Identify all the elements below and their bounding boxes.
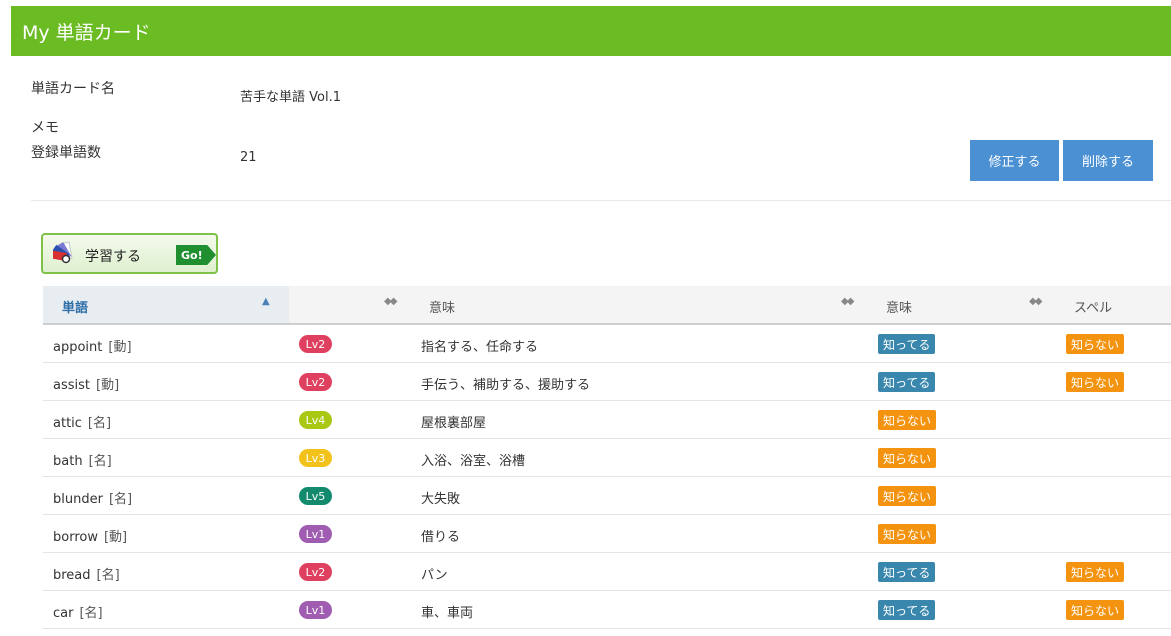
- flashcards-icon: [53, 241, 73, 264]
- know-badge[interactable]: 知らない: [878, 486, 937, 506]
- word-text: borrow: [53, 530, 98, 545]
- meaning-cell: 指名する、任命する: [421, 340, 539, 355]
- word-text: blunder: [53, 492, 103, 507]
- word-cell[interactable]: assist [動]: [53, 374, 119, 393]
- word-count-label: 登録単語数: [31, 145, 101, 161]
- sort-icon[interactable]: ◆◆: [384, 296, 397, 307]
- part-of-speech: [動]: [96, 378, 120, 393]
- know-badge[interactable]: 知ってる: [878, 334, 936, 354]
- part-of-speech: [名]: [96, 568, 120, 583]
- sort-icon[interactable]: ◆◆: [1029, 296, 1042, 307]
- word-text: car: [53, 606, 74, 621]
- sort-icon[interactable]: ◆◆: [841, 296, 854, 307]
- card-name-value: 苦手な単語 Vol.1: [240, 90, 341, 105]
- spell-badge[interactable]: 知らない: [1066, 600, 1125, 620]
- word-cell[interactable]: attic [名]: [53, 412, 111, 431]
- table-row: appoint [動] Lv2 指名する、任命する 知ってる 知らない: [43, 325, 1171, 363]
- know-badge[interactable]: 知らない: [878, 448, 937, 468]
- know-badge[interactable]: 知ってる: [878, 600, 936, 620]
- app-header: My 単語カード: [11, 6, 1171, 56]
- meaning-cell: 入浴、浴室、浴槽: [421, 454, 526, 469]
- word-count-value: 21: [240, 150, 257, 165]
- table-row: borrow [動] Lv1 借りる 知らない: [43, 515, 1171, 553]
- part-of-speech: [名]: [79, 606, 103, 621]
- table-row: car [名] Lv1 車、車両 知ってる 知らない: [43, 591, 1171, 629]
- level-badge: Lv3: [299, 449, 332, 467]
- table-row: bath [名] Lv3 入浴、浴室、浴槽 知らない: [43, 439, 1171, 477]
- column-header-meaning[interactable]: 意味: [429, 297, 455, 316]
- word-cell[interactable]: appoint [動]: [53, 336, 132, 355]
- table-header: 単語 ▲ ◆◆ 意味 ◆◆ 意味 ◆◆ スペル: [43, 286, 1171, 325]
- meaning-cell: 手伝う、補助する、援助する: [421, 378, 591, 393]
- part-of-speech: [名]: [87, 416, 112, 431]
- study-button[interactable]: 学習する Go!: [41, 233, 218, 274]
- memo-label: メモ: [31, 120, 59, 136]
- meaning-cell: 屋根裏部屋: [421, 416, 487, 431]
- table-row: attic [名] Lv4 屋根裏部屋 知らない: [43, 401, 1171, 439]
- word-cell[interactable]: car [名]: [53, 602, 103, 621]
- delete-button[interactable]: 削除する: [1063, 140, 1153, 181]
- know-badge[interactable]: 知らない: [878, 410, 937, 430]
- word-text: appoint: [53, 340, 103, 355]
- word-text: bath: [53, 454, 83, 469]
- go-tag: Go!: [176, 245, 216, 265]
- word-cell[interactable]: bath [名]: [53, 450, 112, 469]
- part-of-speech: [名]: [88, 454, 112, 469]
- column-header-spell[interactable]: スペル: [1074, 297, 1112, 316]
- meaning-cell: 大失敗: [421, 492, 461, 507]
- sort-asc-icon[interactable]: ▲: [262, 296, 270, 307]
- level-badge: Lv5: [299, 487, 332, 505]
- level-badge: Lv2: [299, 563, 332, 581]
- level-badge: Lv1: [299, 601, 332, 619]
- word-text: assist: [53, 378, 90, 393]
- part-of-speech: [動]: [108, 340, 132, 355]
- word-cell[interactable]: borrow [動]: [53, 526, 127, 545]
- level-badge: Lv2: [299, 335, 332, 353]
- level-badge: Lv4: [299, 411, 332, 429]
- column-header-word[interactable]: 単語: [62, 297, 88, 316]
- edit-button[interactable]: 修正する: [970, 140, 1059, 181]
- column-header-know[interactable]: 意味: [886, 297, 912, 316]
- table-row: blunder [名] Lv5 大失敗 知らない: [43, 477, 1171, 515]
- spell-badge[interactable]: 知らない: [1066, 334, 1125, 354]
- word-cell[interactable]: blunder [名]: [53, 488, 132, 507]
- word-table: appoint [動] Lv2 指名する、任命する 知ってる 知らない assis…: [43, 325, 1171, 629]
- meaning-cell: パン: [421, 568, 448, 583]
- word-cell[interactable]: bread [名]: [53, 564, 120, 583]
- spell-badge[interactable]: 知らない: [1066, 372, 1125, 392]
- meaning-cell: 車、車両: [421, 606, 474, 621]
- know-badge[interactable]: 知らない: [878, 524, 937, 544]
- meaning-cell: 借りる: [421, 530, 461, 545]
- study-button-label: 学習する: [85, 249, 141, 265]
- level-badge: Lv2: [299, 373, 332, 391]
- card-name-label: 単語カード名: [31, 81, 115, 97]
- word-text: attic: [53, 416, 82, 431]
- word-text: bread: [53, 568, 91, 583]
- app-title: My 単語カード: [22, 21, 151, 44]
- level-badge: Lv1: [299, 525, 332, 543]
- section-divider: [31, 200, 1171, 201]
- know-badge[interactable]: 知ってる: [878, 372, 936, 392]
- part-of-speech: [動]: [103, 530, 128, 545]
- part-of-speech: [名]: [108, 492, 133, 507]
- table-row: bread [名] Lv2 パン 知ってる 知らない: [43, 553, 1171, 591]
- table-row: assist [動] Lv2 手伝う、補助する、援助する 知ってる 知らない: [43, 363, 1171, 401]
- spell-badge[interactable]: 知らない: [1066, 562, 1125, 582]
- know-badge[interactable]: 知ってる: [878, 562, 936, 582]
